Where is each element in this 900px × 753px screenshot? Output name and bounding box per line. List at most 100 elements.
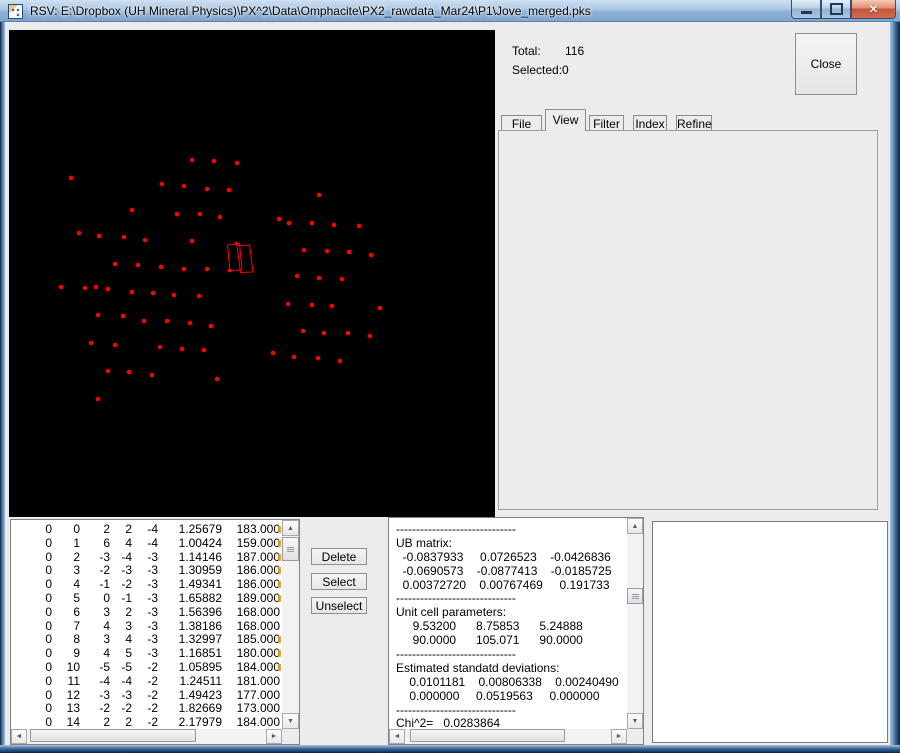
peak-list-row[interactable]: 0743-31.38186168.000: [12, 620, 280, 634]
results-hscroll-left-arrow-icon[interactable]: ◄: [389, 729, 405, 744]
peak-dot[interactable]: [332, 223, 337, 228]
peak-dot[interactable]: [142, 319, 147, 324]
peak-dot[interactable]: [325, 249, 330, 254]
peak-dot[interactable]: [94, 285, 99, 290]
hscroll-thumb[interactable]: [30, 729, 196, 742]
peak-list-row[interactable]: 03-2-3-31.30959186.000: [12, 564, 280, 578]
peak-list-hscroll[interactable]: ◄ ►: [11, 729, 282, 744]
peak-dot[interactable]: [77, 231, 82, 236]
peak-dot[interactable]: [143, 238, 148, 243]
vscroll-down-arrow-icon[interactable]: ▼: [282, 713, 299, 729]
delete-button[interactable]: Delete: [311, 548, 367, 565]
results-textbox[interactable]: ------------------------------UB matrix:…: [388, 517, 644, 745]
peak-list-row[interactable]: 02-3-4-31.14146187.000: [12, 551, 280, 565]
peak-dot[interactable]: [182, 184, 187, 189]
peak-dot[interactable]: [190, 158, 195, 163]
results-hscroll[interactable]: ◄ ►: [389, 729, 627, 744]
peak-list-row[interactable]: 010-5-5-21.05895184.000: [12, 661, 280, 675]
peak-dot[interactable]: [378, 306, 383, 311]
peak-dot[interactable]: [215, 377, 220, 382]
peak-dot[interactable]: [182, 267, 187, 272]
peak-dot[interactable]: [159, 265, 164, 270]
peak-list-row[interactable]: 050-1-31.65882189.000: [12, 592, 280, 606]
peak-dot[interactable]: [340, 277, 345, 282]
peak-dot[interactable]: [286, 302, 291, 307]
peak-dot[interactable]: [322, 331, 327, 336]
results-hscroll-right-arrow-icon[interactable]: ►: [611, 729, 627, 744]
peak-dot[interactable]: [190, 239, 195, 244]
unit-cell-handle[interactable]: [228, 269, 232, 273]
peak-dot[interactable]: [292, 355, 297, 360]
tab-file[interactable]: File: [501, 115, 542, 130]
unit-cell-box[interactable]: [237, 245, 253, 273]
peak-dot[interactable]: [369, 253, 374, 258]
peak-dot[interactable]: [212, 159, 217, 164]
peak-dot[interactable]: [271, 351, 276, 356]
peak-dot[interactable]: [89, 341, 94, 346]
peak-dot[interactable]: [205, 187, 210, 192]
peak-dot[interactable]: [175, 212, 180, 217]
peak-dot[interactable]: [151, 291, 156, 296]
peak-list-row[interactable]: 013-2-2-21.82669173.000: [12, 702, 280, 716]
peak-dot[interactable]: [96, 313, 101, 318]
peak-dot[interactable]: [160, 182, 165, 187]
peak-dot[interactable]: [310, 303, 315, 308]
results-vscroll[interactable]: ▲ ▼: [627, 518, 643, 729]
peak-dot[interactable]: [106, 369, 111, 374]
vscroll-thumb[interactable]: [282, 537, 299, 561]
peak-dot[interactable]: [69, 176, 74, 181]
peak-dot[interactable]: [158, 345, 163, 350]
peak-dot[interactable]: [277, 217, 282, 222]
peak-dot[interactable]: [180, 347, 185, 352]
peak-dot[interactable]: [130, 290, 135, 295]
results-hscroll-thumb[interactable]: [410, 729, 565, 742]
results-vscroll-up-arrow-icon[interactable]: ▲: [627, 518, 643, 534]
peak-dot[interactable]: [97, 234, 102, 239]
peak-listbox[interactable]: 0022-41.25679183.0000164-41.00424159.000…: [10, 519, 300, 745]
peak-list-row[interactable]: 0945-31.16851180.000: [12, 647, 280, 661]
peak-list-row[interactable]: 04-1-2-31.49341186.000: [12, 578, 280, 592]
peak-dot[interactable]: [165, 319, 170, 324]
results-vscroll-thumb[interactable]: [627, 588, 643, 604]
tab-filter[interactable]: Filter: [589, 115, 624, 130]
vscroll-up-arrow-icon[interactable]: ▲: [282, 520, 299, 536]
peak-dot[interactable]: [96, 397, 101, 402]
peak-dot[interactable]: [209, 324, 214, 329]
peak-dot[interactable]: [302, 248, 307, 253]
peak-dot[interactable]: [136, 263, 141, 268]
peak-plot-canvas[interactable]: [9, 30, 495, 517]
peak-dot[interactable]: [113, 343, 118, 348]
peak-list-row[interactable]: 01422-22.17979184.000: [12, 716, 280, 729]
peak-list-row[interactable]: 011-4-4-21.24511181.000: [12, 675, 280, 689]
peak-dot[interactable]: [218, 215, 223, 220]
peak-dot[interactable]: [357, 224, 362, 229]
minimize-button[interactable]: [791, 0, 821, 19]
tab-refine[interactable]: Refine: [676, 115, 712, 130]
peak-list-row[interactable]: 0022-41.25679183.000: [12, 523, 280, 537]
close-window-button[interactable]: ✕: [851, 0, 896, 19]
peak-dot[interactable]: [202, 348, 207, 353]
peak-dot[interactable]: [316, 356, 321, 361]
peak-dot[interactable]: [301, 329, 306, 334]
peak-list-row[interactable]: 0632-31.56396168.000: [12, 606, 280, 620]
hscroll-right-arrow-icon[interactable]: ►: [266, 729, 282, 744]
peak-dot[interactable]: [83, 286, 88, 291]
peak-dot[interactable]: [347, 250, 352, 255]
peak-dot[interactable]: [172, 293, 177, 298]
maximize-button[interactable]: [821, 0, 851, 19]
unselect-button[interactable]: Unselect: [311, 597, 367, 614]
tab-view[interactable]: View: [545, 109, 586, 131]
title-bar[interactable]: RSV: E:\Dropbox (UH Mineral Physics)\PX^…: [0, 0, 900, 22]
peak-list-vscroll[interactable]: ▲ ▼: [282, 520, 299, 729]
peak-dot[interactable]: [295, 274, 300, 279]
unit-cell-handle[interactable]: [235, 242, 239, 246]
peak-dot[interactable]: [310, 221, 315, 226]
peak-dot[interactable]: [59, 285, 64, 290]
peak-dot[interactable]: [122, 235, 127, 240]
peak-dot[interactable]: [106, 287, 111, 292]
peak-dot[interactable]: [368, 334, 373, 339]
peak-list-row[interactable]: 0834-31.32997185.000: [12, 633, 280, 647]
peak-dot[interactable]: [317, 193, 322, 198]
peak-dot[interactable]: [317, 276, 322, 281]
peak-dot[interactable]: [330, 304, 335, 309]
